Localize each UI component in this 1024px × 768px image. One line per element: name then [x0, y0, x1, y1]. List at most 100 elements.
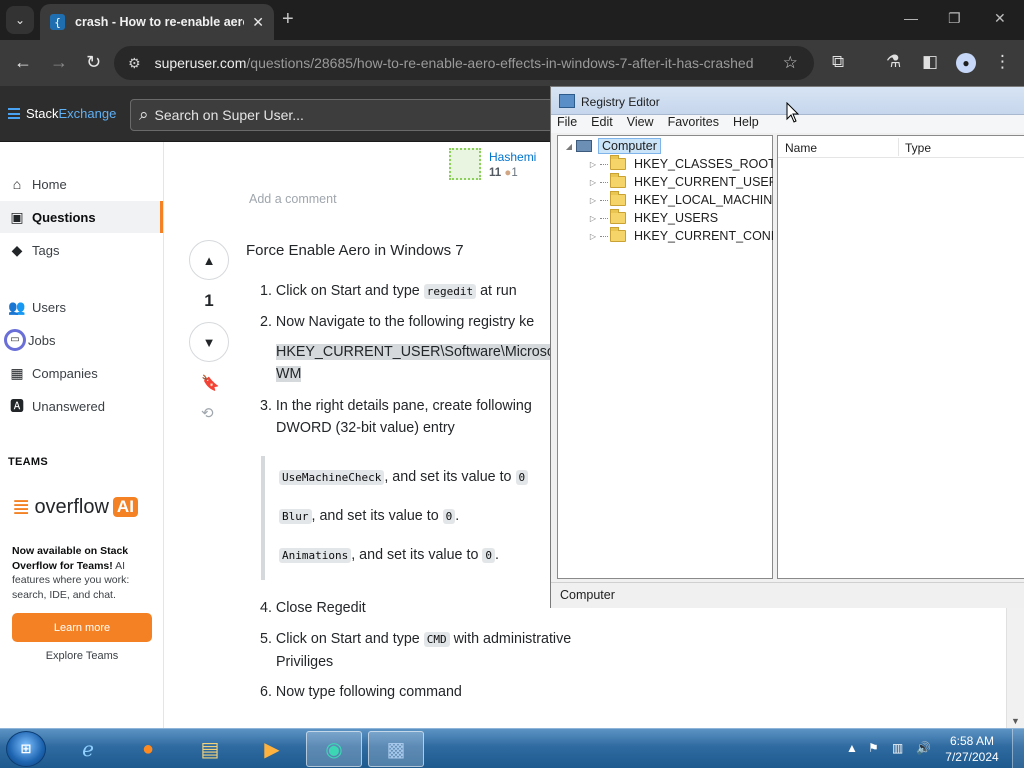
browser-toolbar: ← → ↻ ⚙ superuser.com/questions/28685/ho… [0, 40, 1024, 86]
browser-tab-active[interactable]: { crash - How to re-enable aero ✕ [40, 4, 274, 40]
back-button[interactable]: ← [14, 52, 32, 73]
nav-jobs[interactable]: ▭ Jobs [0, 324, 163, 356]
tab-close-icon[interactable]: ✕ [252, 14, 264, 31]
internet-explorer-icon: ℯ [82, 738, 94, 761]
search-icon: ⌕ [139, 105, 149, 124]
taskbar-ie[interactable]: ℯ [60, 731, 116, 767]
collapsed-arrow-icon[interactable]: ▷ [586, 178, 600, 187]
chevron-down-icon: ⌄ [14, 13, 26, 27]
url-text: superuser.com/questions/28685/how-to-re-… [154, 55, 754, 71]
nav-companies[interactable]: ▦ Companies [0, 357, 163, 389]
profile-avatar-icon[interactable]: ● [956, 53, 976, 73]
close-window-button[interactable]: ✕ [994, 10, 1006, 27]
briefcase-icon: ▭ [4, 329, 26, 351]
forward-button[interactable]: → [50, 52, 68, 73]
taskbar-regedit[interactable]: ▩ [368, 731, 424, 767]
tree-hkey-current-user[interactable]: ▷ HKEY_CURRENT_USER [586, 173, 778, 191]
scroll-down-arrow-icon[interactable]: ▼ [1011, 716, 1020, 726]
bookmark-icon[interactable]: 🔖 [201, 374, 220, 392]
tray-expand-icon[interactable]: ▲ [846, 741, 858, 755]
step-6: 6. Now type following command [260, 684, 462, 700]
unanswered-icon: 🅰 [10, 398, 24, 414]
menu-help[interactable]: Help [733, 115, 759, 133]
user-reputation: 11 ●1 [489, 167, 518, 179]
menu-favorites[interactable]: Favorites [668, 115, 719, 133]
browser-icon: ◉ [325, 738, 343, 761]
windows-taskbar: ⊞ ℯ ● ▤ ▶ ◉ ▩ ▲ ⚑ ▥ 🔊 6:58 AM 7/27/2024 [0, 728, 1024, 768]
add-comment-link[interactable]: Add a comment [249, 192, 337, 206]
registry-values-list[interactable]: Name Type [777, 135, 1024, 579]
tree-computer[interactable]: ◢ Computer [562, 137, 661, 155]
nav-questions[interactable]: ▣ Questions [0, 201, 163, 233]
nav-home[interactable]: ⌂ Home [0, 168, 163, 200]
hamburger-icon [8, 108, 20, 119]
registry-editor-window[interactable]: Registry Editor File Edit View Favorites… [550, 86, 1024, 608]
nav-unanswered[interactable]: 🅰 Unanswered [0, 390, 163, 422]
tree-hkey-users[interactable]: ▷ HKEY_USERS [586, 209, 718, 227]
collapsed-arrow-icon[interactable]: ▷ [586, 232, 600, 241]
extensions-icon[interactable]: ⧉ [832, 52, 844, 72]
volume-icon[interactable]: 🔊 [916, 741, 931, 755]
media-player-icon: ▶ [264, 738, 280, 761]
taskbar-firefox[interactable]: ● [120, 731, 176, 767]
column-type-header[interactable]: Type [905, 141, 931, 155]
regedit-statusbar: Computer [551, 582, 1024, 608]
menu-view[interactable]: View [627, 115, 654, 133]
learn-more-button[interactable]: Learn more [12, 613, 152, 642]
labs-flask-icon[interactable]: ⚗ [886, 52, 901, 72]
menu-edit[interactable]: Edit [591, 115, 613, 133]
system-clock[interactable]: 6:58 AM 7/27/2024 [944, 733, 1000, 765]
stackexchange-logo[interactable]: Stack Exchange [8, 106, 116, 121]
user-avatar[interactable] [449, 148, 481, 180]
column-name-header[interactable]: Name [785, 141, 817, 155]
show-desktop-button[interactable] [1012, 729, 1024, 768]
tab-search-button[interactable]: ⌄ [6, 6, 34, 34]
taskbar-chrome[interactable]: ◉ [306, 731, 362, 767]
start-button[interactable]: ⊞ [6, 731, 46, 767]
taskbar-explorer[interactable]: ▤ [182, 731, 238, 767]
nav-users[interactable]: 👥 Users [0, 291, 163, 323]
folder-icon [610, 191, 626, 206]
new-tab-button[interactable]: + [282, 8, 294, 31]
expanded-arrow-icon[interactable]: ◢ [562, 142, 576, 151]
network-icon[interactable]: ▥ [892, 741, 903, 755]
collapsed-arrow-icon[interactable]: ▷ [586, 196, 600, 205]
arrow-down-icon: ▼ [202, 334, 216, 350]
taskbar-media-player[interactable]: ▶ [244, 731, 300, 767]
tree-hkey-current-config[interactable]: ▷ HKEY_CURRENT_CONFIG [586, 227, 792, 245]
dword-entry-3: Animations, and set its value to 0. [279, 547, 499, 563]
menu-kebab-icon[interactable]: ⋮ [994, 52, 1011, 72]
side-panel-icon[interactable]: ◧ [922, 52, 938, 72]
address-bar[interactable]: ⚙ superuser.com/questions/28685/how-to-r… [114, 46, 814, 80]
collapsed-arrow-icon[interactable]: ▷ [586, 160, 600, 169]
upvote-button[interactable]: ▲ [189, 240, 229, 280]
user-name-link[interactable]: Hashemi [489, 150, 536, 164]
page-scrollbar[interactable]: ▼ [1006, 608, 1024, 728]
bookmark-star-icon[interactable]: ☆ [783, 53, 798, 73]
regedit-icon: ▩ [386, 738, 406, 761]
collapsed-arrow-icon[interactable]: ▷ [586, 214, 600, 223]
registry-tree[interactable]: ◢ Computer ▷ HKEY_CLASSES_ROOT ▷ HKEY_CU… [557, 135, 792, 579]
nav-tags[interactable]: ◆ Tags [0, 234, 163, 266]
site-info-icon[interactable]: ⚙ [128, 55, 141, 72]
tree-hkey-classes-root[interactable]: ▷ HKEY_CLASSES_ROOT [586, 155, 776, 173]
step-5: 5. Click on Start and type CMD with admi… [260, 631, 572, 670]
users-icon: 👥 [8, 298, 26, 315]
site-search-input[interactable]: ⌕ Search on Super User... [130, 99, 560, 131]
folder-icon [610, 227, 626, 242]
restore-button[interactable]: ❐ [948, 10, 961, 27]
tree-hkey-local-machine[interactable]: ▷ HKEY_LOCAL_MACHINE [586, 191, 781, 209]
windows-logo-icon: ⊞ [20, 741, 32, 756]
mouse-cursor-icon [786, 102, 800, 123]
home-icon: ⌂ [12, 176, 22, 192]
registry-path: HKEY_CURRENT_USER\Software\Microsof WM [276, 344, 559, 382]
menu-file[interactable]: File [557, 115, 577, 133]
history-icon[interactable]: ⟲ [201, 404, 214, 422]
minimize-button[interactable]: — [904, 10, 918, 26]
downvote-button[interactable]: ▼ [189, 322, 229, 362]
dword-entry-2: Blur, and set its value to 0. [279, 508, 459, 524]
action-center-flag-icon[interactable]: ⚑ [868, 741, 879, 755]
reload-button[interactable]: ↻ [86, 52, 101, 73]
vote-count: 1 [204, 291, 214, 310]
explore-teams-link[interactable]: Explore Teams [12, 650, 152, 662]
